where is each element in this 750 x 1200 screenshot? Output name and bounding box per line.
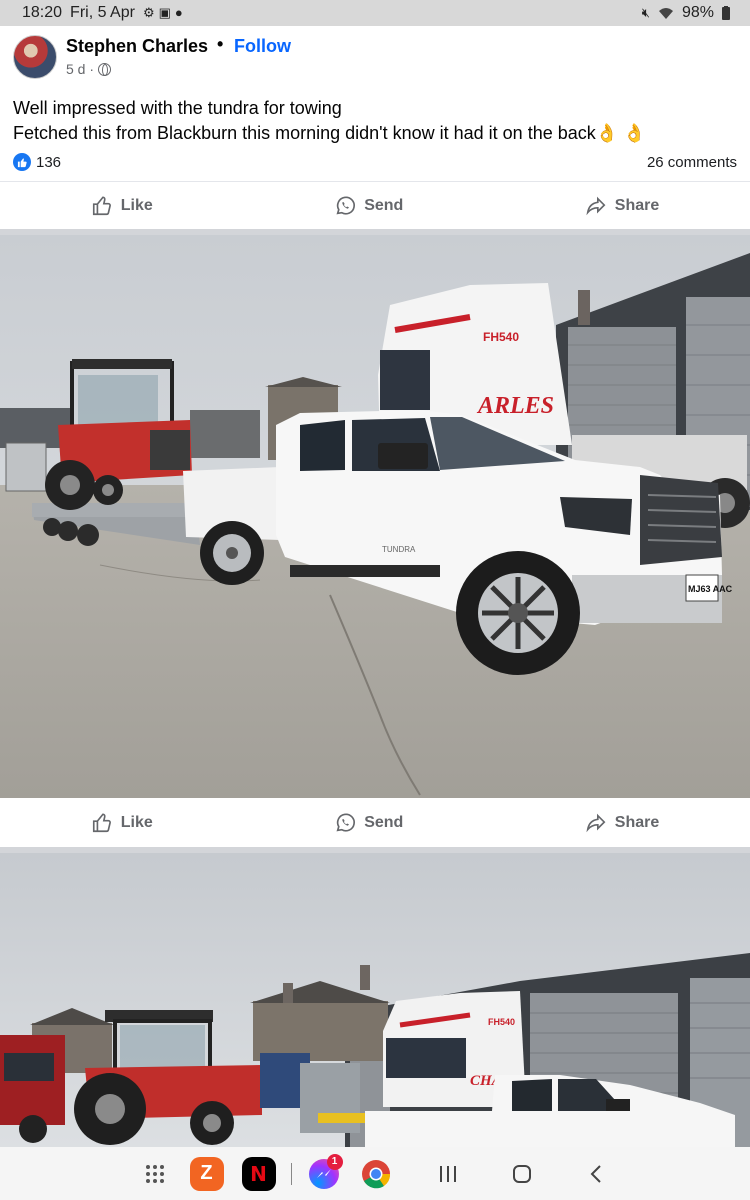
post-photo-2[interactable]: FH540 CHARLES	[0, 853, 750, 1147]
lorry-livery-text: ARLES	[476, 393, 554, 419]
share-button[interactable]: Share	[555, 189, 689, 223]
netflix-app-icon: N	[241, 1156, 276, 1191]
reaction-summary: 136 26 comments	[13, 151, 737, 173]
photo-like-button[interactable]: Like	[61, 806, 183, 840]
messenger-app-icon: 1	[308, 1153, 343, 1189]
status-bar: 18:20 Fri, 5 Apr ⚙ ▣ ● 🔇︎ 98%	[0, 0, 750, 26]
settings-icon: ⚙	[142, 5, 155, 20]
photo-action-bar: Like Send Share	[0, 799, 750, 847]
home-icon	[512, 1164, 531, 1183]
share-arrow-icon	[586, 813, 606, 833]
photo-like-label: Like	[120, 814, 153, 831]
mute-icon: 🔇︎	[641, 5, 650, 20]
photo-send-button[interactable]: Send	[304, 806, 433, 840]
battery-icon	[722, 6, 730, 20]
licence-plate: MJ63 AAC	[688, 584, 733, 594]
home-button[interactable]	[496, 1154, 548, 1194]
post-action-bar: Like Send Share	[0, 181, 750, 229]
whatsapp-icon	[336, 813, 356, 832]
like-label: Like	[120, 196, 153, 214]
follow-button[interactable]: Follow	[234, 36, 291, 57]
gallery-icon: ▣	[158, 5, 171, 20]
globe-icon	[98, 62, 112, 76]
author-name[interactable]: Stephen Charles	[66, 36, 208, 57]
post-text: Well impressed with the tundra for towin…	[13, 96, 743, 146]
post-header: Stephen Charles • Follow 5 d ·	[0, 30, 750, 90]
app-drawer-button[interactable]	[129, 1154, 181, 1194]
post-text-line-2: Fetched this from Blackburn this morning…	[13, 123, 596, 143]
lorry-cab-number: FH540	[483, 330, 519, 344]
photo-share-label: Share	[614, 814, 660, 831]
ok-hand-emoji: 👌 👌	[595, 123, 646, 143]
like-reaction-icon	[13, 153, 31, 171]
name-separator: •	[217, 34, 224, 54]
post-text-line-1: Well impressed with the tundra for towin…	[13, 98, 342, 118]
like-count-group[interactable]: 136	[13, 153, 61, 171]
battery-level: 98%	[681, 4, 714, 21]
thumbs-up-icon	[92, 195, 111, 215]
recent-apps-button[interactable]	[422, 1154, 474, 1194]
notification-icons: ⚙ ▣ ●	[143, 5, 183, 21]
messenger-badge: 1	[326, 1153, 343, 1170]
send-label: Send	[364, 196, 404, 214]
post-meta: 5 d ·	[66, 61, 112, 77]
status-time: 18:20	[22, 4, 63, 21]
like-count: 136	[36, 153, 62, 171]
share-label: Share	[614, 196, 660, 214]
photo-send-label: Send	[364, 814, 404, 831]
back-chevron-icon	[590, 1164, 601, 1183]
wifi-icon	[658, 7, 673, 19]
send-button[interactable]: Send	[304, 189, 433, 223]
zedge-app-icon: Z	[189, 1156, 224, 1191]
chrome-icon	[361, 1159, 390, 1188]
status-date: Fri, 5 Apr	[70, 4, 135, 21]
like-button[interactable]: Like	[61, 189, 183, 223]
lorry-cab-number-2: FH540	[488, 1017, 515, 1027]
messenger-notify-icon: ●	[174, 5, 183, 20]
messenger-app-button[interactable]: 1	[298, 1153, 350, 1194]
zedge-app-button[interactable]: Z	[181, 1154, 233, 1194]
app-grid-icon	[145, 1164, 164, 1183]
tundra-badge: TUNDRA	[382, 545, 416, 554]
recents-icon	[439, 1165, 456, 1182]
netflix-app-button[interactable]: N	[233, 1154, 285, 1194]
back-button[interactable]	[570, 1154, 622, 1194]
post-age[interactable]: 5 d ·	[66, 61, 94, 77]
android-nav-bar: Z N 1	[0, 1147, 750, 1200]
whatsapp-icon	[336, 195, 356, 215]
chrome-app-button[interactable]	[350, 1154, 402, 1194]
photo-share-button[interactable]: Share	[555, 806, 689, 840]
share-arrow-icon	[586, 196, 606, 215]
avatar[interactable]	[13, 35, 57, 79]
thumbs-up-icon	[92, 813, 111, 833]
post-photo-1[interactable]: FH540 ARLES MJ63 AAC TUNDRA	[0, 235, 750, 798]
nav-divider	[290, 1162, 292, 1185]
comment-count[interactable]: 26 comments	[647, 154, 737, 171]
